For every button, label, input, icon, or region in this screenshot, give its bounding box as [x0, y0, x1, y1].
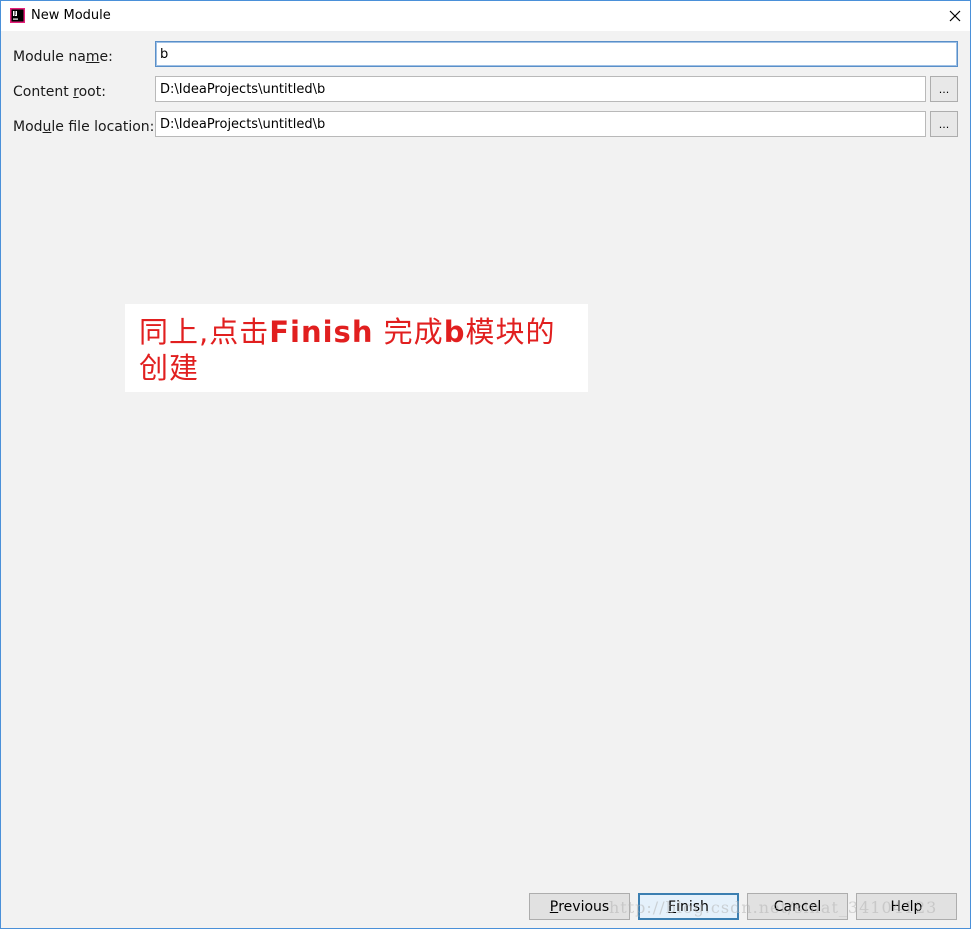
browse-ellipsis-icon: ...: [938, 83, 950, 96]
content-root-input[interactable]: [155, 76, 926, 102]
title-bar: New Module: [1, 1, 970, 31]
intellij-app-icon: [10, 8, 25, 23]
module-file-location-label: Module file location:: [13, 119, 155, 135]
window-title: New Module: [31, 8, 111, 23]
module-name-label: Module name:: [13, 49, 113, 65]
previous-button[interactable]: Previous: [529, 893, 630, 920]
annotation-text: 同上,点击Finish 完成b模块的 创建: [139, 315, 556, 385]
new-module-dialog: New Module Module name: Content root: ..…: [0, 0, 971, 929]
close-button[interactable]: [940, 1, 970, 31]
finish-button[interactable]: Finish: [638, 893, 739, 920]
close-icon: [949, 10, 961, 22]
browse-ellipsis-icon: ...: [938, 118, 950, 131]
content-root-browse-button[interactable]: ...: [930, 76, 958, 102]
help-button[interactable]: Help: [856, 893, 957, 920]
annotation-box: 同上,点击Finish 完成b模块的 创建: [125, 304, 588, 392]
module-file-location-browse-button[interactable]: ...: [930, 111, 958, 137]
module-file-location-input[interactable]: [155, 111, 926, 137]
cancel-button[interactable]: Cancel: [747, 893, 848, 920]
module-name-input[interactable]: [155, 41, 958, 67]
content-root-label: Content root:: [13, 84, 106, 100]
